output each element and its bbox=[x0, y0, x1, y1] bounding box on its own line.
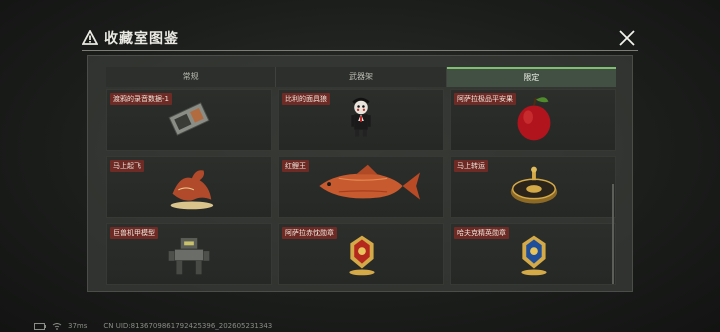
collection-item[interactable]: 阿萨拉赤忱勋章 bbox=[278, 223, 444, 285]
ping-text: 37ms bbox=[68, 322, 88, 330]
item-label: 红鲤王 bbox=[282, 160, 309, 172]
uid-text: CN UID:8136709861792425396_202605231343 bbox=[103, 322, 273, 330]
item-label: 马上转运 bbox=[454, 160, 488, 172]
scrollbar[interactable] bbox=[612, 184, 614, 284]
tab-bar: 常规 武器架 限定 bbox=[106, 67, 616, 87]
window-header: 收藏室图鉴 bbox=[82, 26, 638, 50]
collection-item[interactable]: 渡鸦的录音数据-1 bbox=[106, 89, 272, 151]
title-group: 收藏室图鉴 bbox=[82, 28, 179, 48]
item-grid: 渡鸦的录音数据-1 比利的面具狼 阿萨拉极品平安果 马上起飞 红鲤王 马上转运 … bbox=[106, 89, 616, 285]
collection-item[interactable]: 阿萨拉极品平安果 bbox=[450, 89, 616, 151]
collection-item[interactable]: 马上起飞 bbox=[106, 156, 272, 218]
item-label: 比利的面具狼 bbox=[282, 93, 330, 105]
item-label: 阿萨拉极品平安果 bbox=[454, 93, 516, 105]
item-label: 马上起飞 bbox=[110, 160, 144, 172]
tab-limited[interactable]: 限定 bbox=[446, 67, 616, 87]
header-divider bbox=[82, 50, 638, 51]
collection-item[interactable]: 马上转运 bbox=[450, 156, 616, 218]
warning-triangle-icon bbox=[82, 30, 98, 45]
item-label: 阿萨拉赤忱勋章 bbox=[282, 227, 337, 239]
status-bar: 37ms CN UID:8136709861792425396_20260523… bbox=[34, 322, 272, 330]
collection-item[interactable]: 比利的面具狼 bbox=[278, 89, 444, 151]
collection-item[interactable]: 红鲤王 bbox=[278, 156, 444, 218]
tab-weapon-rack[interactable]: 武器架 bbox=[276, 67, 447, 87]
item-label: 巨兽机甲模型 bbox=[110, 227, 158, 239]
battery-icon bbox=[34, 322, 46, 330]
collection-item[interactable]: 哈夫克精英勋章 bbox=[450, 223, 616, 285]
collection-item[interactable]: 巨兽机甲模型 bbox=[106, 223, 272, 285]
wifi-icon bbox=[52, 322, 62, 330]
close-icon[interactable] bbox=[616, 27, 638, 49]
window-title: 收藏室图鉴 bbox=[104, 31, 179, 47]
collection-panel: 常规 武器架 限定 渡鸦的录音数据-1 比利的面具狼 阿萨拉极品平安果 马上起飞… bbox=[87, 55, 633, 292]
item-label: 渡鸦的录音数据-1 bbox=[110, 93, 172, 105]
item-label: 哈夫克精英勋章 bbox=[454, 227, 509, 239]
tab-regular[interactable]: 常规 bbox=[106, 67, 277, 87]
